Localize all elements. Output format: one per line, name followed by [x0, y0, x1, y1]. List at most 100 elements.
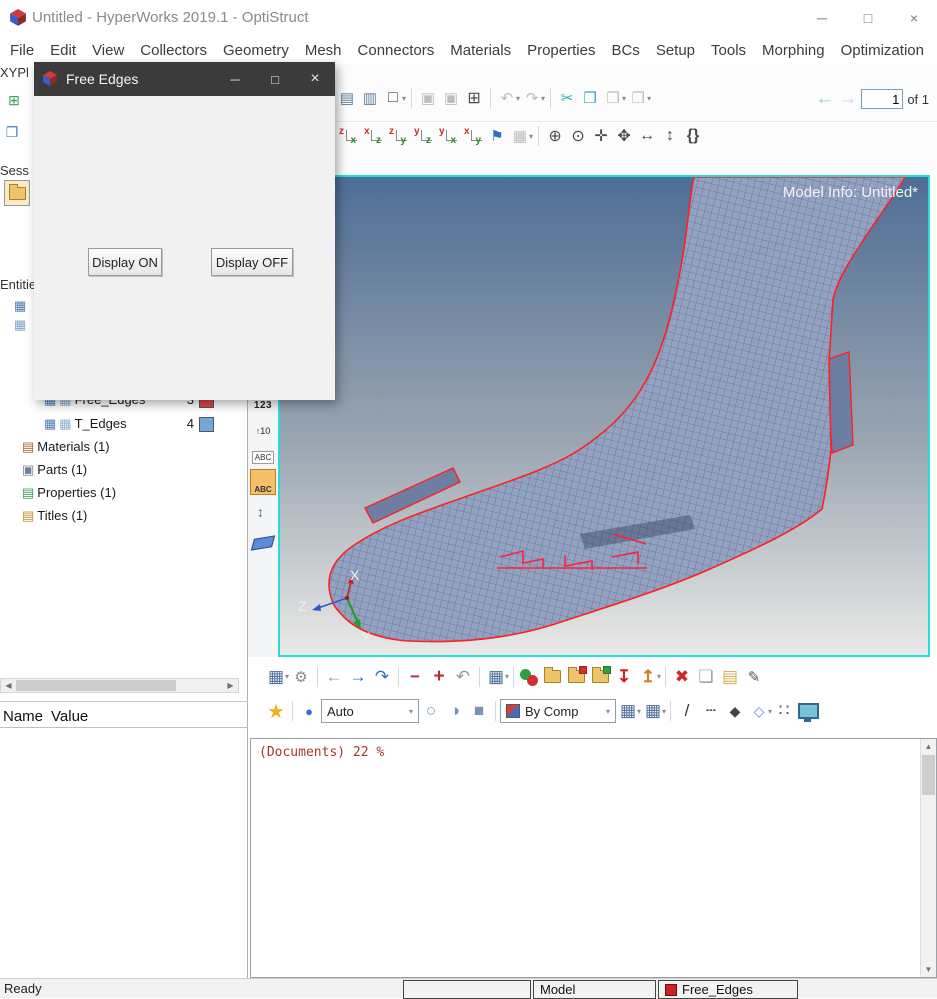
menu-edit[interactable]: Edit	[42, 42, 84, 59]
snapshot-caret-icon[interactable]: ▾	[529, 132, 533, 141]
export-caret-icon[interactable]: ▾	[657, 672, 661, 681]
zoom-in-icon[interactable]: ⊕	[544, 125, 566, 147]
mesh-shading-caret-icon[interactable]: ▾	[662, 707, 666, 716]
new-session-icon[interactable]: ⊞	[4, 90, 24, 110]
fit-horizontal-icon[interactable]: ↔	[636, 125, 658, 147]
status-box-free-edges[interactable]: Free_Edges	[658, 980, 798, 999]
scrollbar-thumb[interactable]	[922, 755, 935, 795]
console-scrollbar[interactable]: ▲ ▼	[920, 739, 936, 977]
view-flag-icon[interactable]: ⚑	[486, 125, 508, 147]
shaded-mode-icon[interactable]: ◑	[443, 699, 467, 723]
page-back-icon[interactable]: ←	[815, 88, 834, 110]
view-right-icon[interactable]: x z	[361, 125, 385, 147]
maximize-button[interactable]: □	[845, 0, 891, 36]
wireframe-mode-icon[interactable]: ○	[419, 699, 443, 723]
scroll-down-icon[interactable]: ▼	[921, 962, 936, 977]
undo-caret-icon[interactable]: ▾	[516, 94, 520, 103]
tree-row-parts[interactable]: ▣ Parts (1)	[0, 458, 247, 481]
tree-row-t-edges[interactable]: ▦ ▦ T_Edges 4	[0, 412, 247, 435]
open-document-icon[interactable]: ▥	[359, 87, 381, 109]
entity-folder-icon[interactable]: ▦	[14, 317, 26, 333]
folder-flag-icon[interactable]	[564, 665, 588, 689]
redo-caret-icon[interactable]: ▾	[541, 94, 545, 103]
menu-optimization[interactable]: Optimization	[833, 42, 932, 59]
redo-view-icon[interactable]: ↷	[370, 665, 394, 689]
view-top-icon[interactable]: z y	[386, 125, 410, 147]
solid-mode-icon[interactable]: ■	[467, 699, 491, 723]
menu-collectors[interactable]: Collectors	[132, 42, 215, 59]
session-folder-icon[interactable]	[4, 180, 30, 206]
open-session-icon[interactable]: ❐	[2, 122, 22, 142]
dialog-maximize-button[interactable]: □	[255, 62, 295, 96]
zoom-area-icon[interactable]: ⊙	[567, 125, 589, 147]
center-view-icon[interactable]: ✛	[590, 125, 612, 147]
menu-bcs[interactable]: BCs	[603, 42, 647, 59]
tree-row-titles[interactable]: ▤ Titles (1)	[0, 504, 247, 527]
command-window[interactable]: (Documents) 22 % ▲ ▼	[250, 738, 937, 978]
screen-display-icon[interactable]	[796, 699, 820, 723]
undo-view-icon[interactable]: ↶	[451, 665, 475, 689]
renumber-icon[interactable]: ✎	[742, 665, 766, 689]
folder-open-icon[interactable]	[540, 665, 564, 689]
exponent-axis-icon[interactable]: ↑10	[250, 419, 276, 443]
edge-line-icon[interactable]: /	[675, 699, 699, 723]
spheres-display-icon[interactable]	[518, 666, 540, 688]
capture-icon[interactable]: ▣	[417, 87, 439, 109]
text-table-icon[interactable]: ABC	[250, 445, 276, 469]
view-left-icon[interactable]: z x	[336, 125, 360, 147]
annotation-text-icon[interactable]: ABC	[250, 469, 276, 495]
shrink-elements-icon[interactable]: ↔	[250, 501, 276, 525]
element-quality-icon[interactable]: ◆	[723, 699, 747, 723]
new-document-icon[interactable]: ▤	[336, 87, 358, 109]
undo-icon[interactable]: ↶	[496, 87, 518, 109]
status-box-model[interactable]: Model	[533, 980, 656, 999]
fit-view-icon[interactable]: {}	[682, 125, 704, 147]
menu-setup[interactable]: Setup	[648, 42, 703, 59]
cut-options-icon[interactable]: ❐	[579, 87, 601, 109]
dropdown-caret-icon[interactable]: ▾	[402, 94, 406, 103]
menu-tools[interactable]: Tools	[703, 42, 754, 59]
color-by-combobox[interactable]: By Comp ▾	[500, 699, 616, 723]
tree-horizontal-scrollbar[interactable]: ◀ ▶	[0, 678, 239, 693]
dialog-minimize-button[interactable]: ─	[215, 62, 255, 96]
display-off-button[interactable]: Display OFF	[211, 248, 293, 276]
node-points-icon[interactable]: ∷	[772, 699, 796, 723]
next-view-icon[interactable]: →	[346, 665, 370, 689]
minimize-button[interactable]: ─	[799, 0, 845, 36]
color-swatch[interactable]	[199, 417, 214, 432]
entity-folder-icon[interactable]: ▦	[14, 298, 26, 314]
session-panel-label[interactable]: Sess	[0, 163, 32, 178]
menu-connectors[interactable]: Connectors	[350, 42, 443, 59]
mask-plus-icon[interactable]: +	[427, 665, 451, 689]
pan-hand-icon[interactable]: ✥	[613, 125, 635, 147]
scroll-left-icon[interactable]: ◀	[1, 679, 16, 692]
paste-icon[interactable]: ❐	[627, 87, 649, 109]
close-button[interactable]: ×	[891, 0, 937, 36]
fit-vertical-icon[interactable]: ↕	[659, 125, 681, 147]
scroll-up-icon[interactable]: ▲	[921, 739, 936, 754]
copy-caret-icon[interactable]: ▾	[622, 94, 626, 103]
capture-settings-icon[interactable]: ⊞	[463, 87, 485, 109]
snapshot-icon[interactable]: ▦	[509, 125, 531, 147]
element-display-caret-icon[interactable]: ▾	[505, 672, 509, 681]
view-bottom-icon[interactable]: y z	[411, 125, 435, 147]
entity-sphere-icon[interactable]: ●	[297, 699, 321, 723]
entities-panel-label[interactable]: Entitie	[0, 277, 34, 292]
blank-page-icon[interactable]: □	[382, 87, 404, 109]
copy-icon[interactable]: ❐	[602, 87, 624, 109]
unmask-minus-icon[interactable]: −	[403, 665, 427, 689]
prev-view-icon[interactable]: ←	[322, 665, 346, 689]
feature-lines-icon[interactable]: ┄	[699, 699, 723, 723]
paste-caret-icon[interactable]: ▾	[647, 94, 651, 103]
menu-file[interactable]: File	[2, 42, 42, 59]
import-down-icon[interactable]: ↧	[612, 665, 636, 689]
menu-properties[interactable]: Properties	[519, 42, 603, 59]
folder-export-icon[interactable]	[588, 665, 612, 689]
menu-mesh[interactable]: Mesh	[297, 42, 350, 59]
tree-row-materials[interactable]: ▤ Materials (1)	[0, 435, 247, 458]
dialog-title-bar[interactable]: Free Edges ─ □ ×	[34, 62, 335, 96]
delete-icon[interactable]: ✖	[670, 665, 694, 689]
page-number-input[interactable]	[861, 89, 904, 109]
card-edit-icon[interactable]: ▤	[718, 665, 742, 689]
scrollbar-thumb[interactable]	[16, 680, 176, 691]
